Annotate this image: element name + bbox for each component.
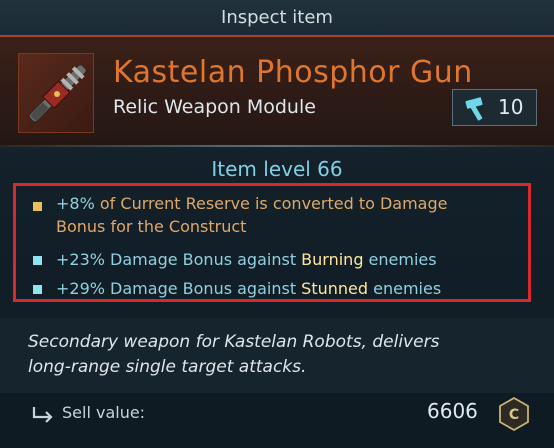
stat-text: enemies [363,250,437,269]
hammer-icon [461,96,491,126]
item-level: Item level 66 [211,157,343,181]
item-type: Relic Weapon Module [113,96,316,118]
stat-text: enemies [368,279,442,298]
stat-keyword: Burning [301,250,364,269]
phosphor-gun-icon [18,53,94,133]
stat-value: +29% [56,279,105,298]
bullet-icon [33,256,42,265]
window-title: Inspect item [0,0,554,35]
stat-description: of Current Reserve is converted to Damag… [94,194,448,213]
stat-keyword: Stunned [301,279,369,298]
stats-highlight-box: +8% of Current Reserve is converted to D… [13,183,531,302]
item-description: Secondary weapon for Kastelan Robots, de… [28,330,538,380]
return-arrow-icon [30,403,56,431]
stat-value: +8% [56,194,95,213]
stat-text: Damage Bonus against [104,250,302,269]
sell-value: 6606 [427,399,478,423]
description-line: long-range single target attacks. [28,357,307,377]
description-panel: Secondary weapon for Kastelan Robots, de… [0,318,554,393]
requisition-coin-icon: C [497,396,531,436]
tier-badge: 10 [452,89,537,126]
stat-value: +23% [56,250,105,269]
bullet-icon [33,285,42,294]
bullet-icon [33,202,42,211]
stat-description-cont: Bonus for the Construct [56,217,247,236]
item-card: Kastelan Phosphor Gun Relic Weapon Modul… [0,35,554,147]
divider [0,145,554,147]
description-line: Secondary weapon for Kastelan Robots, de… [28,332,440,352]
inspect-item-window: Inspect item Kastelan Phosphor Gun Relic… [0,0,554,448]
item-name: Kastelan Phosphor Gun [113,55,473,90]
tier-value: 10 [498,95,524,119]
stat-text: Damage Bonus against [104,279,302,298]
svg-text:C: C [509,407,519,423]
sell-value-label: Sell value: [62,403,146,422]
footer: Sell value: 6606 C [0,393,554,448]
